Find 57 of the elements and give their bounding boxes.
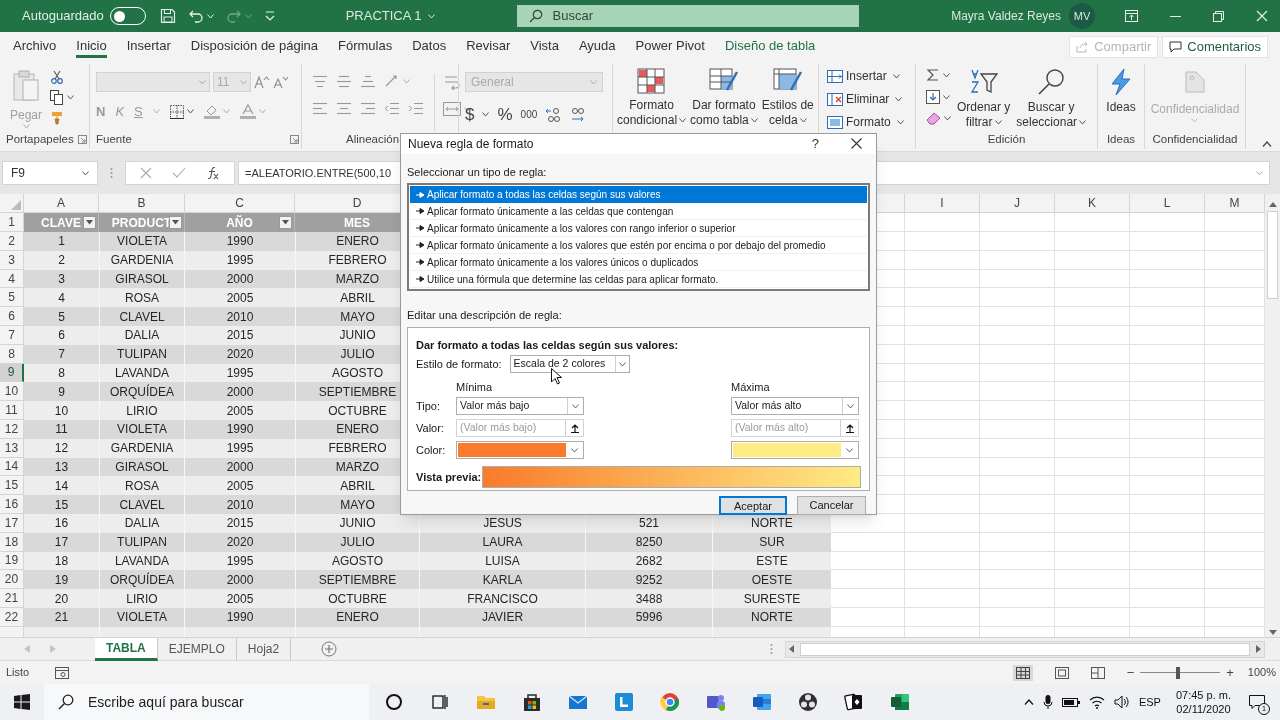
table-cell: 4 [24, 288, 99, 308]
clock-date: 02/11/2020 [1176, 702, 1231, 716]
table-cell: 9252 [585, 570, 713, 590]
dialog-title: Nueva regla de formato [408, 135, 534, 153]
table-cell: SEPTIEMBRE [295, 570, 420, 590]
table-cell: ROSA [99, 476, 185, 496]
table-cell: 5 [24, 307, 99, 326]
table-cell: 1 [24, 232, 99, 251]
group-label: Alineación [346, 132, 400, 148]
table-cell: OCTUBRE [295, 589, 420, 608]
table-cell: 14 [24, 476, 99, 496]
table-cell: 3488 [585, 589, 713, 608]
table-cell: VIOLETA [99, 232, 185, 251]
group-label: Edición [987, 132, 1026, 148]
table-cell: CLAVEL [99, 307, 185, 326]
table-header-cell: PRODUCT [99, 213, 185, 232]
notification-count: 1 [1258, 703, 1270, 715]
formula-text: =ALEATORIO.ENTRE(500,10 [245, 165, 391, 181]
table-cell: 2005 [185, 401, 295, 420]
table-cell: LIRIO [99, 589, 185, 608]
table-cell: 19 [24, 570, 99, 590]
table-cell: 2005 [185, 288, 295, 308]
column-heading: Mínima [456, 380, 494, 395]
table-cell: ORQUÍDEA [99, 382, 185, 402]
table-cell: SURESTE [713, 589, 831, 608]
table-cell: 1990 [185, 232, 295, 251]
table-cell: 2005 [185, 476, 295, 496]
table-cell: ROSA [99, 288, 185, 308]
table-cell: 15 [24, 495, 99, 514]
table-cell: 2000 [185, 382, 295, 402]
table-cell: 2010 [185, 495, 295, 514]
group-label: Portapapeles [6, 132, 74, 148]
table-header-cell: AÑO [185, 213, 295, 232]
table-header-cell: CLAVE [24, 213, 99, 232]
search-placeholder: Escribe aquí para buscar [88, 692, 244, 712]
search-placeholder: Buscar [552, 7, 593, 26]
table-cell: OESTE [713, 570, 831, 590]
status-text: Listo [6, 665, 30, 681]
table-cell: ORQUÍDEA [99, 570, 185, 590]
table-cell: LIRIO [99, 401, 185, 420]
table-cell: 2010 [185, 307, 295, 326]
group-label: Fuente [96, 132, 132, 148]
table-cell: KARLA [420, 570, 585, 590]
user-name: Mayra Valdez Reyes [951, 8, 1061, 25]
table-cell: 10 [24, 401, 99, 420]
table-cell: FRANCISCO [420, 589, 585, 608]
group-label: Confidencialidad [1152, 132, 1238, 148]
clock-time: 07:45 p. m. [1175, 688, 1231, 702]
table-cell: 20 [24, 589, 99, 608]
table-cell: 2000 [185, 570, 295, 590]
section-label: Seleccionar un tipo de regla: [407, 164, 548, 180]
autosave-label: Autoguardado [22, 7, 104, 26]
table-cell: 9 [24, 382, 99, 402]
table-cell: 2005 [185, 589, 295, 608]
column-heading: Máxima [731, 380, 771, 395]
group-label: Ideas [1106, 132, 1136, 148]
table-cell: CLAVEL [99, 495, 185, 514]
